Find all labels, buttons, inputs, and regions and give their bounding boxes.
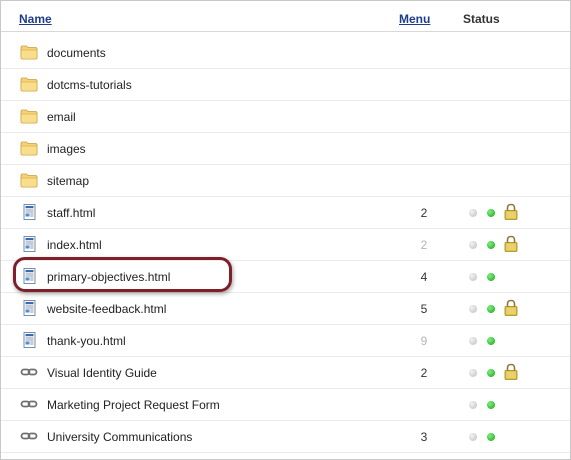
- working-status-dot: [469, 337, 477, 345]
- item-name-link[interactable]: staff.html: [47, 206, 95, 220]
- item-name-link[interactable]: email: [47, 110, 76, 124]
- folder-row[interactable]: dotcms-tutorials: [1, 68, 570, 101]
- working-status-dot: [469, 305, 477, 313]
- item-name-link[interactable]: thank-you.html: [47, 334, 126, 348]
- live-status-dot: [487, 305, 495, 313]
- page-row[interactable]: staff.html 2: [1, 196, 570, 229]
- link-row[interactable]: Marketing Project Request Form: [1, 388, 570, 421]
- item-name-link[interactable]: Marketing Project Request Form: [47, 398, 220, 412]
- live-status-dot: [487, 337, 495, 345]
- working-status-dot: [469, 401, 477, 409]
- table-header: Name Menu Status: [1, 1, 570, 32]
- link-row[interactable]: University Communications 3: [1, 420, 570, 453]
- live-status-dot: [487, 241, 495, 249]
- working-status-dot: [469, 241, 477, 249]
- item-name-link[interactable]: Visual Identity Guide: [47, 366, 157, 380]
- status-column-header: Status: [463, 12, 500, 26]
- page-row[interactable]: website-feedback.html 5: [1, 292, 570, 325]
- sort-by-name-link[interactable]: Name: [19, 12, 52, 26]
- html-page-icon: [20, 204, 38, 220]
- live-status-dot: [487, 401, 495, 409]
- folder-icon: [20, 44, 38, 60]
- sort-by-menu-link[interactable]: Menu: [399, 12, 430, 26]
- working-status-dot: [469, 369, 477, 377]
- menu-order-value: 5: [420, 302, 428, 316]
- live-status-dot: [487, 433, 495, 441]
- live-status-dot: [487, 369, 495, 377]
- lock-icon: [504, 299, 518, 316]
- item-name-link[interactable]: University Communications: [47, 430, 192, 444]
- link-icon: [20, 364, 38, 380]
- folder-icon: [20, 76, 38, 92]
- link-icon: [20, 396, 38, 412]
- menu-order-value: 2: [420, 366, 428, 380]
- annotation-highlight: [13, 257, 232, 292]
- working-status-dot: [469, 273, 477, 281]
- folder-icon: [20, 108, 38, 124]
- item-name-link[interactable]: sitemap: [47, 174, 89, 188]
- folder-row[interactable]: sitemap: [1, 164, 570, 197]
- working-status-dot: [469, 209, 477, 217]
- html-page-icon: [20, 236, 38, 252]
- menu-order-value: 9: [420, 334, 428, 348]
- item-name-link[interactable]: documents: [47, 46, 106, 60]
- lock-icon: [504, 235, 518, 252]
- working-status-dot: [469, 433, 477, 441]
- item-name-link[interactable]: images: [47, 142, 86, 156]
- menu-order-value: 4: [420, 270, 428, 284]
- lock-icon: [504, 203, 518, 220]
- item-name-link[interactable]: website-feedback.html: [47, 302, 166, 316]
- folder-icon: [20, 140, 38, 156]
- folder-row[interactable]: documents: [1, 36, 570, 69]
- file-browser-panel: Name Menu Status documents dotcms-tutoria…: [0, 0, 571, 460]
- page-row[interactable]: thank-you.html 9: [1, 324, 570, 357]
- live-status-dot: [487, 273, 495, 281]
- html-page-icon: [20, 300, 38, 316]
- live-status-dot: [487, 209, 495, 217]
- link-row[interactable]: Visual Identity Guide 2: [1, 356, 570, 389]
- item-name-link[interactable]: index.html: [47, 238, 102, 252]
- link-icon: [20, 428, 38, 444]
- menu-order-value: 2: [420, 206, 428, 220]
- menu-order-value: 2: [420, 238, 428, 252]
- folder-row[interactable]: email: [1, 100, 570, 133]
- folder-row[interactable]: images: [1, 132, 570, 165]
- menu-order-value: 3: [420, 430, 428, 444]
- folder-icon: [20, 172, 38, 188]
- item-name-link[interactable]: dotcms-tutorials: [47, 78, 132, 92]
- html-page-icon: [20, 332, 38, 348]
- lock-icon: [504, 363, 518, 380]
